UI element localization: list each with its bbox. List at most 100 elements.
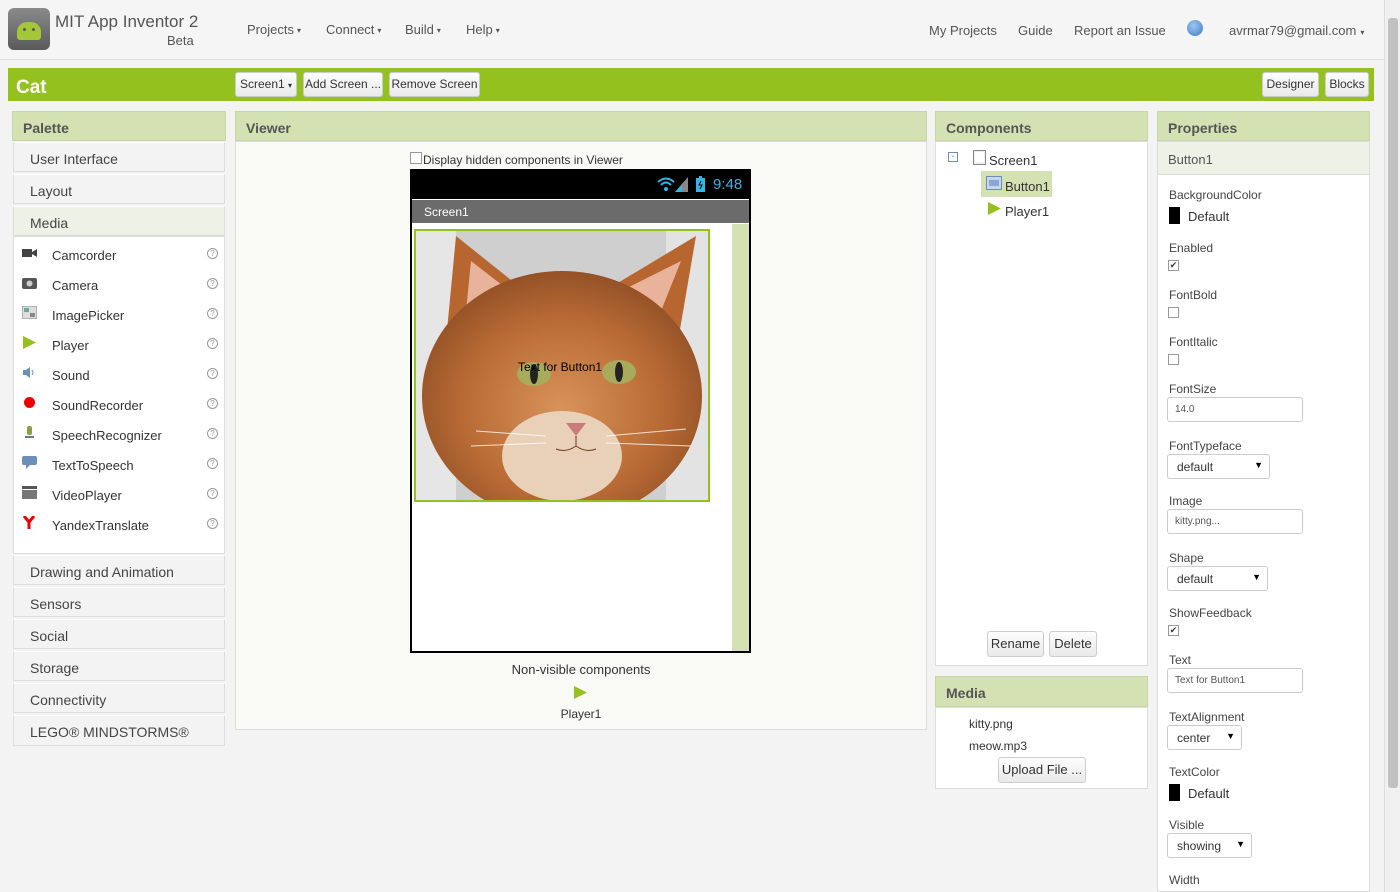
textalignment-select[interactable]: center ▼ — [1167, 725, 1242, 750]
enabled-checkbox[interactable]: ✔ — [1168, 260, 1179, 271]
phone-status-bar: 9:48 — [412, 171, 749, 199]
palette-item-texttospeech[interactable]: TextToSpeech ? — [14, 448, 224, 478]
palette-category-user-interface[interactable]: User Interface — [13, 142, 225, 172]
palette-category-lego-mindstorms[interactable]: LEGO® MINDSTORMS® — [13, 715, 225, 746]
delete-button[interactable]: Delete — [1049, 631, 1097, 657]
palette-item-soundrecorder[interactable]: SoundRecorder ? — [14, 388, 224, 418]
prop-label-textalignment: TextAlignment — [1169, 710, 1245, 724]
designer-button[interactable]: Designer — [1262, 72, 1319, 97]
palette-item-label: SoundRecorder — [52, 398, 144, 413]
menu-projects[interactable]: Projects ▾ — [247, 22, 301, 37]
visible-select[interactable]: showing ▼ — [1167, 833, 1252, 858]
fontitalic-checkbox[interactable] — [1168, 354, 1179, 365]
prop-label-text: Text — [1169, 653, 1192, 667]
palette-item-videoplayer[interactable]: VideoPlayer ? — [14, 478, 224, 508]
page-scrollbar[interactable] — [1384, 0, 1400, 892]
palette-item-speechrecognizer[interactable]: SpeechRecognizer ? — [14, 418, 224, 448]
camcorder-icon — [22, 246, 37, 259]
help-icon[interactable]: ? — [207, 458, 218, 469]
prop-label-backgroundcolor: BackgroundColor — [1169, 188, 1262, 202]
palette-item-label: ImagePicker — [52, 308, 125, 323]
help-icon[interactable]: ? — [207, 488, 218, 499]
media-header: Media — [935, 676, 1148, 707]
palette-category-storage[interactable]: Storage — [13, 651, 225, 681]
rename-button[interactable]: Rename — [987, 631, 1044, 657]
palette-category-connectivity[interactable]: Connectivity — [13, 683, 225, 713]
prop-label-showfeedback: ShowFeedback — [1169, 606, 1252, 620]
palette-item-label: TextToSpeech — [52, 458, 134, 473]
help-icon[interactable]: ? — [207, 308, 218, 319]
help-icon[interactable]: ? — [207, 278, 218, 289]
palette-item-imagepicker[interactable]: ImagePicker ? — [14, 298, 224, 328]
camera-icon — [22, 276, 37, 289]
menu-connect[interactable]: Connect ▾ — [326, 22, 381, 37]
help-icon[interactable]: ? — [207, 248, 218, 259]
remove-screen-button[interactable]: Remove Screen — [389, 72, 480, 97]
collapse-icon[interactable]: - — [948, 152, 958, 162]
player-icon — [987, 202, 1002, 218]
palette-item-player[interactable]: Player ? — [14, 328, 224, 358]
palette-category-drawing-animation[interactable]: Drawing and Animation — [13, 555, 225, 585]
properties-component-name: Button1 — [1158, 142, 1369, 175]
fontbold-checkbox[interactable] — [1168, 307, 1179, 318]
prop-label-shape: Shape — [1169, 551, 1204, 565]
tree-item-button1[interactable]: Button1 — [1005, 179, 1050, 194]
account-menu[interactable]: avrmar79@gmail.com ▾ — [1229, 23, 1364, 38]
palette-item-label: VideoPlayer — [52, 488, 122, 503]
my-projects-link[interactable]: My Projects — [929, 23, 997, 38]
palette-category-media[interactable]: Media — [13, 206, 225, 236]
showfeedback-checkbox[interactable]: ✔ — [1168, 625, 1179, 636]
backgroundcolor-value[interactable]: Default — [1188, 209, 1229, 224]
menu-help[interactable]: Help ▾ — [466, 22, 500, 37]
palette-category-layout[interactable]: Layout — [13, 174, 225, 204]
shape-select[interactable]: default ▼ — [1167, 566, 1268, 591]
tree-item-player1[interactable]: Player1 — [1005, 204, 1049, 219]
help-icon[interactable]: ? — [207, 518, 218, 529]
display-hidden-checkbox[interactable] — [410, 152, 422, 164]
battery-icon — [696, 176, 705, 195]
add-screen-button[interactable]: Add Screen ... — [303, 72, 383, 97]
upload-file-button[interactable]: Upload File ... — [998, 757, 1086, 783]
help-icon[interactable]: ? — [207, 368, 218, 379]
media-file-kitty[interactable]: kitty.png — [969, 717, 1013, 731]
palette-item-label: SpeechRecognizer — [52, 428, 162, 443]
palette-item-label: Camcorder — [52, 248, 117, 263]
tree-item-screen1[interactable]: Screen1 — [989, 153, 1037, 168]
textcolor-swatch[interactable] — [1169, 784, 1180, 801]
fontsize-input[interactable]: 14.0 — [1167, 397, 1303, 422]
palette-item-sound[interactable]: Sound ? — [14, 358, 224, 388]
media-file-meow[interactable]: meow.mp3 — [969, 739, 1027, 753]
nonvisible-title: Non-visible components — [511, 662, 651, 677]
palette-header: Palette — [12, 111, 226, 141]
palette-item-camera[interactable]: Camera ? — [14, 268, 224, 298]
screen-select-button[interactable]: Screen1 ▾ — [235, 72, 297, 97]
prop-label-fontsize: FontSize — [1169, 382, 1217, 396]
textcolor-value[interactable]: Default — [1188, 786, 1229, 801]
palette-category-sensors[interactable]: Sensors — [13, 587, 225, 617]
help-icon[interactable]: ? — [207, 428, 218, 439]
player-icon — [22, 336, 37, 349]
guide-link[interactable]: Guide — [1018, 23, 1053, 38]
language-globe-icon[interactable] — [1187, 20, 1203, 36]
help-icon[interactable]: ? — [207, 398, 218, 409]
menu-build[interactable]: Build ▾ — [405, 22, 441, 37]
report-issue-link[interactable]: Report an Issue — [1074, 23, 1166, 38]
prop-label-fontbold: FontBold — [1169, 288, 1218, 302]
help-icon[interactable]: ? — [207, 338, 218, 349]
palette-category-social[interactable]: Social — [13, 619, 225, 649]
display-hidden-label: Display hidden components in Viewer — [423, 153, 623, 167]
palette-item-camcorder[interactable]: Camcorder ? — [14, 238, 224, 268]
prop-label-visible: Visible — [1169, 818, 1205, 832]
prop-label-fonttypeface: FontTypeface — [1169, 439, 1242, 453]
prop-label-fontitalic: FontItalic — [1169, 335, 1218, 349]
app-inventor-logo-icon[interactable] — [8, 8, 50, 50]
fonttypeface-select[interactable]: default ▼ — [1167, 454, 1270, 479]
backgroundcolor-swatch[interactable] — [1169, 207, 1180, 224]
palette-item-yandextranslate[interactable]: YandexTranslate ? — [14, 508, 224, 538]
image-input[interactable]: kitty.png... — [1167, 509, 1303, 534]
blocks-button[interactable]: Blocks — [1325, 72, 1369, 97]
button1-cat-image[interactable]: Text for Button1 — [414, 229, 710, 502]
nonvisible-player1[interactable]: Player1 — [235, 707, 927, 721]
text-input[interactable]: Text for Button1 — [1167, 668, 1303, 693]
prop-label-image: Image — [1169, 494, 1203, 508]
